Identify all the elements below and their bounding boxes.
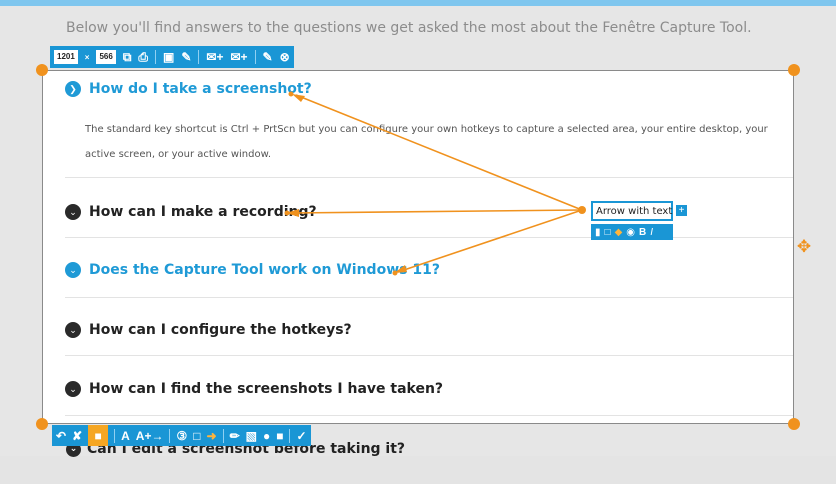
resize-handle-top-left[interactable] xyxy=(36,64,48,76)
arrow-icon[interactable]: ➜ xyxy=(207,429,217,443)
arrow-end-handle[interactable] xyxy=(284,210,290,216)
arrow-end-handle[interactable] xyxy=(392,270,398,276)
fill-icon[interactable]: ■ xyxy=(276,429,283,443)
rectangle-icon[interactable]: □ xyxy=(193,429,200,443)
blur-icon[interactable]: ● xyxy=(263,429,270,443)
resize-handle-bottom-right[interactable] xyxy=(788,418,800,430)
label-toolbar: ▮ □ ◆ ◉ B I xyxy=(591,224,673,240)
color-icon[interactable]: ◆ xyxy=(615,227,623,238)
edit-icon[interactable]: ✎ xyxy=(263,50,273,64)
bottom-toolbar: ↶ ✘ ■ A A+→ ③ □ ➜ ✏ ▧ ● ■ ✓ xyxy=(52,425,311,446)
arrow-line[interactable] xyxy=(295,94,583,211)
toolbar-divider xyxy=(222,428,224,443)
annotation-arrows xyxy=(284,91,586,276)
lock-button[interactable]: ■ xyxy=(88,425,109,446)
email-image-icon[interactable]: ✉+ xyxy=(230,50,247,64)
close-icon[interactable]: ⊗ xyxy=(280,50,290,64)
toolbar-divider xyxy=(254,50,256,64)
arrow-line[interactable] xyxy=(397,209,583,273)
arrowhead-icon xyxy=(292,94,305,102)
toolbar-divider xyxy=(169,428,171,443)
arrow-origin-handle[interactable] xyxy=(578,206,586,214)
bold-button[interactable]: B xyxy=(639,227,646,238)
pen-icon[interactable]: ✏ xyxy=(230,429,240,443)
lock-icon: ■ xyxy=(94,428,102,443)
clear-icon[interactable]: ✘ xyxy=(72,429,82,443)
undo-icon[interactable]: ↶ xyxy=(56,429,66,443)
italic-button[interactable]: I xyxy=(650,227,653,238)
size-separator: × xyxy=(84,52,90,62)
delete-icon[interactable]: ▮ xyxy=(595,227,601,238)
width-field[interactable]: 1201 xyxy=(54,50,78,64)
toolbar-divider xyxy=(289,428,291,443)
pixelate-icon[interactable]: ▧ xyxy=(246,429,257,443)
resize-handle-bottom-left[interactable] xyxy=(36,418,48,430)
arrow-text-label[interactable]: Arrow with text xyxy=(591,201,673,221)
height-field[interactable]: 566 xyxy=(96,50,116,64)
text-icon[interactable]: A xyxy=(121,429,130,443)
arrow-line[interactable] xyxy=(289,209,583,214)
print-icon[interactable]: ⎙ xyxy=(138,50,148,64)
copy-icon[interactable]: ⧉ xyxy=(123,50,132,64)
save-as-icon[interactable]: ✎ xyxy=(181,50,191,64)
arrow-text-icon[interactable]: A+→ xyxy=(136,429,164,443)
save-icon[interactable]: ▣ xyxy=(163,50,174,64)
move-icon[interactable]: ✥ xyxy=(795,238,813,256)
border-icon[interactable]: □ xyxy=(605,227,611,238)
add-icon[interactable]: + xyxy=(676,205,687,216)
arrow-end-handle[interactable] xyxy=(288,91,294,97)
toolbar-divider xyxy=(155,50,157,64)
toolbar-divider xyxy=(114,428,116,443)
email-attach-icon[interactable]: ✉+ xyxy=(206,50,223,64)
number-icon[interactable]: ③ xyxy=(176,429,187,443)
resize-handle-top-right[interactable] xyxy=(788,64,800,76)
palette-icon[interactable]: ◉ xyxy=(626,227,635,238)
highlighter-icon[interactable]: ✓ xyxy=(296,429,306,443)
top-toolbar: 1201 × 566 ⧉ ⎙ ▣ ✎ ✉+ ✉+ ✎ ⊗ xyxy=(50,46,294,68)
toolbar-divider xyxy=(198,50,200,64)
